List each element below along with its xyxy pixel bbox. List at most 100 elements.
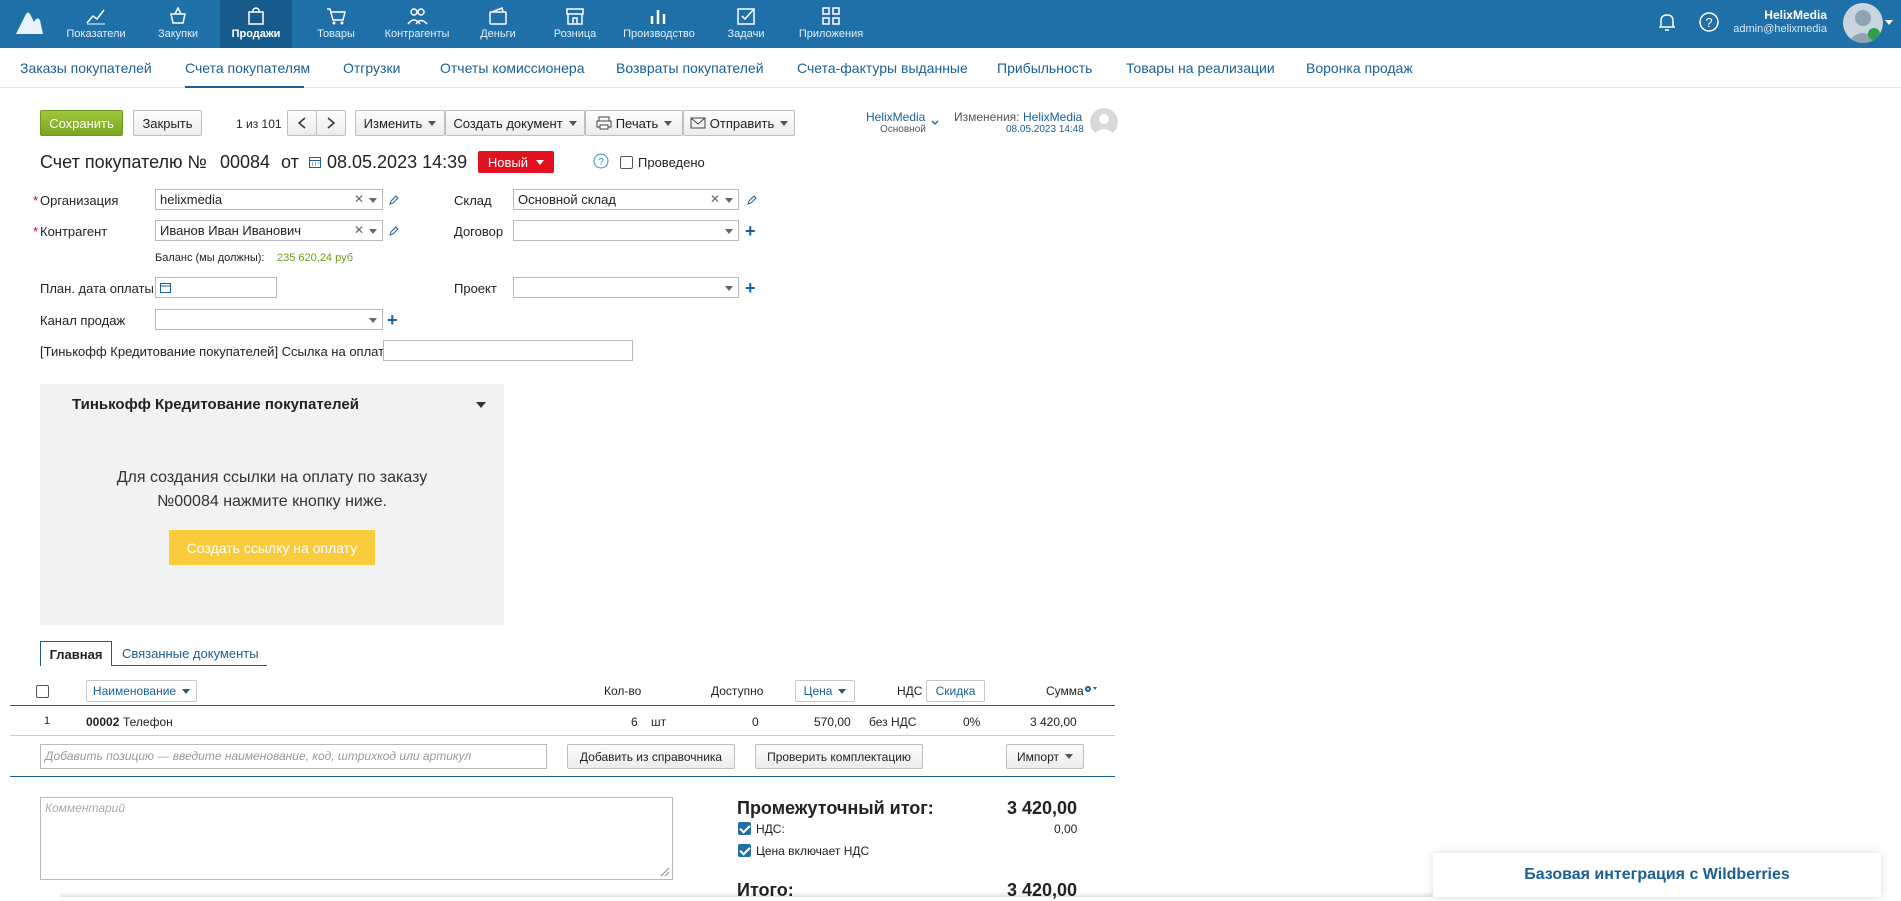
row-discount[interactable]: 0% (963, 715, 980, 729)
dropdown-arrow-icon[interactable] (369, 198, 377, 203)
column-name-sort[interactable]: Наименование (86, 680, 197, 702)
import-dropdown[interactable]: Импорт (1006, 744, 1084, 769)
org-field[interactable]: helixmedia ✕ (155, 189, 383, 210)
doc-date[interactable]: 08.05.2023 14:39 (327, 152, 467, 173)
clear-icon[interactable]: ✕ (354, 190, 364, 209)
pencil-icon[interactable] (388, 225, 400, 237)
send-dropdown[interactable]: Отправить (683, 110, 795, 136)
row-qty[interactable]: 6 (631, 715, 638, 729)
changes-user[interactable]: HelixMedia (1023, 110, 1082, 124)
user-email[interactable]: admin@helixmedia (1733, 23, 1827, 35)
subnav-invoices-issued[interactable]: Счета-фактуры выданные (797, 60, 968, 76)
logo-icon[interactable] (14, 10, 44, 36)
chevron-down-icon[interactable] (1885, 20, 1893, 26)
nav-item-apps[interactable]: Приложения (790, 0, 872, 48)
print-dropdown[interactable]: Печать (585, 110, 683, 136)
bell-icon[interactable] (1655, 10, 1679, 34)
status-badge[interactable]: Новый (478, 151, 554, 173)
clear-icon[interactable]: ✕ (710, 190, 720, 209)
create-document-dropdown[interactable]: Создать документ (445, 110, 585, 136)
avatar[interactable] (1843, 3, 1883, 43)
contractor-field[interactable]: Иванов Иван Иванович ✕ (155, 220, 383, 241)
contract-field[interactable] (513, 220, 739, 241)
avatar (1090, 108, 1118, 136)
nav-item-production[interactable]: Производство (616, 0, 702, 48)
channel-field[interactable] (155, 309, 383, 330)
add-position-input[interactable]: Добавить позицию — введите наименование,… (40, 744, 547, 769)
dropdown-arrow-icon[interactable] (369, 318, 377, 323)
calendar-icon[interactable] (160, 282, 171, 293)
dropdown-arrow-icon[interactable] (725, 286, 733, 291)
add-project-icon[interactable]: + (745, 279, 756, 297)
calendar-icon[interactable] (309, 156, 321, 168)
prev-button[interactable] (287, 110, 317, 136)
check-set-button[interactable]: Проверить комплектацию (755, 744, 923, 769)
row-name[interactable]: Телефон (123, 715, 173, 729)
price-includes-vat-checkbox[interactable] (738, 844, 751, 857)
payment-link-field[interactable] (383, 340, 633, 361)
org-selector-name[interactable]: HelixMedia (866, 110, 925, 124)
subnav-profitability[interactable]: Прибыльность (997, 60, 1092, 76)
nav-item-indicators[interactable]: Показатели (56, 0, 136, 48)
nav-item-money[interactable]: Деньги (468, 0, 528, 48)
subnav-customer-invoices[interactable]: Счета покупателям (185, 60, 310, 76)
table-header-border (10, 705, 1115, 706)
nav-item-tasks[interactable]: Задачи (716, 0, 776, 48)
clear-icon[interactable]: ✕ (354, 221, 364, 240)
comment-textarea[interactable]: Комментарий (40, 797, 673, 880)
dropdown-arrow-icon[interactable] (725, 198, 733, 203)
tab-main[interactable]: Главная (40, 641, 112, 666)
column-discount-button[interactable]: Скидка (926, 680, 985, 702)
plan-date-field[interactable] (155, 277, 277, 298)
subnav-sales-funnel[interactable]: Воронка продаж (1306, 60, 1413, 76)
nav-item-sales[interactable]: Продажи (220, 0, 292, 48)
dropdown-arrow-icon[interactable] (725, 229, 733, 234)
user-name[interactable]: HelixMedia (1764, 8, 1827, 22)
gear-icon[interactable] (1084, 685, 1098, 693)
doc-number[interactable]: 00084 (220, 152, 270, 173)
chart-line-icon (86, 9, 105, 25)
save-button[interactable]: Сохранить (40, 110, 123, 136)
subnav-shipments[interactable]: Отгрузки (343, 60, 400, 76)
row-vat[interactable]: без НДС (869, 715, 916, 729)
warehouse-field[interactable]: Основной склад ✕ (513, 189, 739, 210)
add-channel-icon[interactable]: + (387, 311, 398, 329)
pencil-icon[interactable] (746, 194, 758, 206)
conducted-checkbox[interactable] (620, 156, 633, 169)
close-button[interactable]: Закрыть (133, 110, 202, 136)
dropdown-arrow-icon[interactable] (369, 229, 377, 234)
add-contract-icon[interactable]: + (745, 222, 756, 240)
next-button[interactable] (316, 110, 346, 136)
help-icon[interactable]: ? (1697, 10, 1721, 34)
users-icon (407, 8, 428, 25)
nav-item-goods[interactable]: Товары (306, 0, 366, 48)
select-all-checkbox[interactable] (36, 685, 49, 698)
nav-item-contractors[interactable]: Контрагенты (376, 0, 458, 48)
create-payment-link-button[interactable]: Создать ссылку на оплату (169, 530, 375, 565)
payment-link-label: [Тинькофф Кредитование покупателей] Ссыл… (40, 344, 391, 359)
wildberries-integration-banner[interactable]: Базовая интеграция с Wildberries (1433, 853, 1881, 897)
edit-dropdown[interactable]: Изменить (355, 110, 445, 136)
project-field[interactable] (513, 277, 739, 298)
help-icon[interactable]: ? (593, 153, 609, 169)
cart-icon (327, 8, 346, 25)
collapse-arrow-icon[interactable] (476, 402, 486, 408)
chevron-down-icon[interactable] (931, 120, 939, 126)
tab-related-documents[interactable]: Связанные документы (122, 641, 259, 666)
resize-handle-icon[interactable] (660, 867, 670, 877)
nav-item-purchases[interactable]: Закупки (148, 0, 208, 48)
add-from-reference-button[interactable]: Добавить из справочника (567, 744, 735, 769)
checkbox-icon (737, 8, 755, 25)
apps-icon (822, 7, 840, 25)
subnav-customer-orders[interactable]: Заказы покупателей (20, 60, 152, 76)
nav-item-retail[interactable]: Розница (544, 0, 606, 48)
vat-checkbox[interactable] (738, 822, 751, 835)
row-price[interactable]: 570,00 (814, 715, 851, 729)
pencil-icon[interactable] (388, 194, 400, 206)
chevron-right-icon (327, 117, 336, 129)
subnav-customer-returns[interactable]: Возвраты покупателей (616, 60, 764, 76)
subnav-commission-reports[interactable]: Отчеты комиссионера (440, 60, 585, 76)
store-icon (566, 8, 584, 25)
subnav-consignment-goods[interactable]: Товары на реализации (1126, 60, 1275, 76)
column-price-sort[interactable]: Цена (795, 680, 855, 702)
